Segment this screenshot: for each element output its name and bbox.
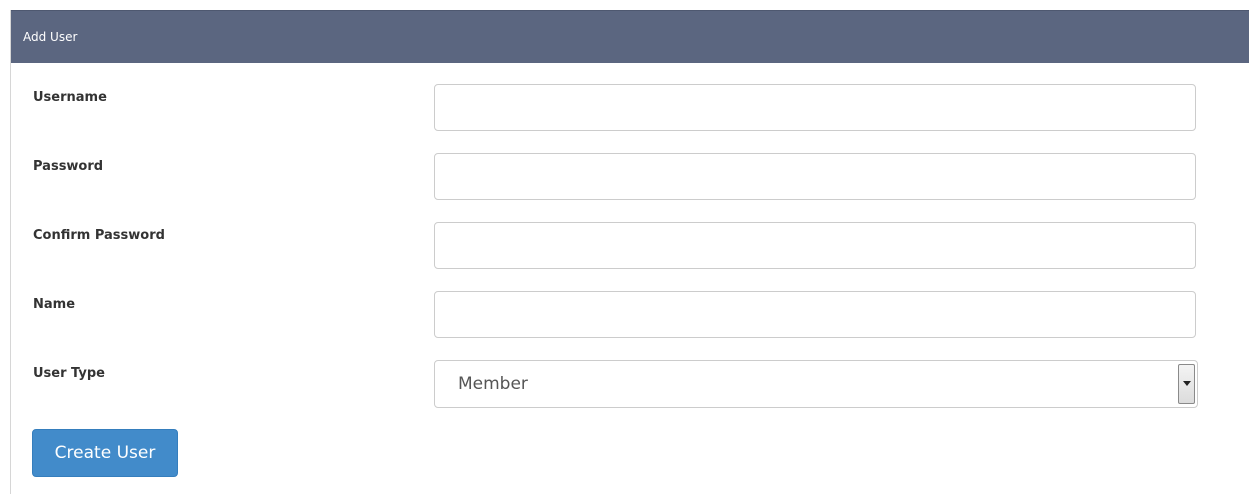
add-user-panel: Add User Username Password Confirm Passw… [10,10,1249,494]
panel-title: Add User [23,30,78,44]
user-type-row: User Type Member [11,360,1249,408]
create-user-button[interactable]: Create User [32,429,178,477]
username-input[interactable] [434,84,1196,131]
user-type-selected-value: Member [458,374,528,394]
username-row: Username [11,84,1249,132]
confirm-password-row: Confirm Password [11,222,1249,270]
password-row: Password [11,153,1249,201]
password-label: Password [33,159,104,174]
name-row: Name [11,291,1249,339]
user-type-select[interactable]: Member [434,360,1198,408]
password-input[interactable] [434,153,1196,200]
name-input[interactable] [434,291,1196,338]
panel-header: Add User [11,10,1249,63]
user-type-label: User Type [33,366,105,381]
confirm-password-input[interactable] [434,222,1196,269]
dropdown-button[interactable] [1178,364,1195,404]
confirm-password-label: Confirm Password [33,228,165,243]
chevron-down-icon [1183,381,1191,386]
name-label: Name [33,297,76,312]
username-label: Username [33,90,107,105]
